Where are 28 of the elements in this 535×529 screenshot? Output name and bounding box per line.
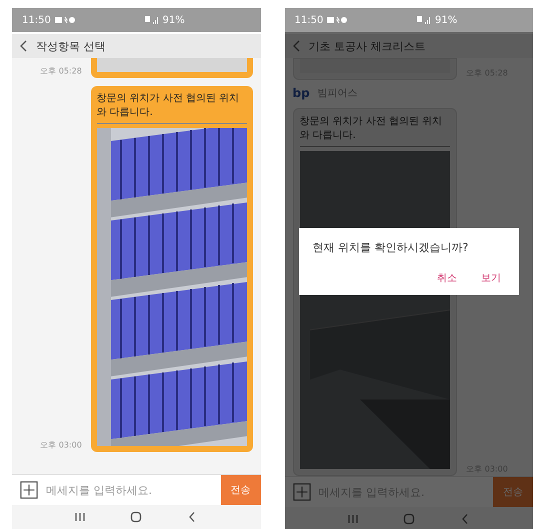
status-time: 11:50 — [22, 14, 51, 26]
signal-icon — [144, 16, 159, 24]
notification-icons — [54, 16, 75, 24]
plus-icon — [20, 481, 38, 499]
send-button[interactable]: 전송 — [220, 475, 260, 505]
recent-apps-icon[interactable] — [74, 511, 86, 523]
message-field[interactable]: 메세지를 입력하세요. — [46, 475, 220, 505]
message-time: 오후 05:28 — [40, 66, 82, 77]
battery-level: 91% — [435, 14, 458, 26]
plus-icon — [292, 483, 310, 501]
back-icon[interactable] — [20, 40, 28, 52]
battery-level: 91% — [162, 14, 185, 26]
dialog-message: 현재 위치를 확인하시겠습니까? — [312, 240, 470, 255]
home-icon[interactable] — [402, 513, 415, 525]
status-time: 11:50 — [294, 14, 324, 26]
message-text: 창문의 위치가 사전 협의된 위치와 다릅니다. — [96, 92, 240, 119]
message-text: 창문의 위치가 사전 협의된 위치와 다릅니다. — [300, 115, 444, 142]
message-input[interactable]: 메세지를 입력하세요. — [46, 484, 220, 496]
screen-title: 기초 토공사 체크리스트 — [308, 38, 426, 54]
screen-title: 작성항목 선택 — [36, 38, 106, 54]
recent-apps-icon[interactable] — [346, 513, 359, 525]
home-icon[interactable] — [130, 511, 142, 523]
notification-icons — [327, 16, 348, 24]
dialog-button[interactable]: 취소 — [433, 269, 461, 287]
dialog-button[interactable]: 보기 — [477, 269, 505, 287]
signal-icon — [417, 16, 432, 24]
message-time: 오후 03:00 — [40, 440, 82, 451]
sender-logo: bp — [292, 86, 310, 100]
